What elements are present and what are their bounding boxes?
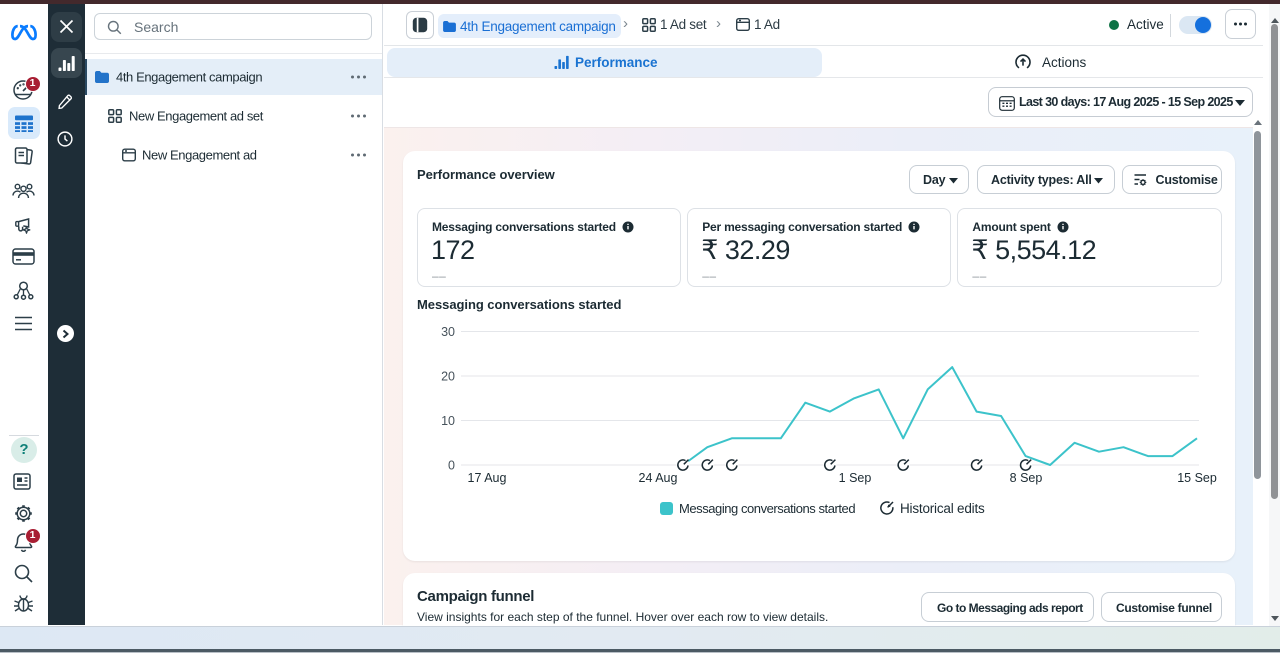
svg-text:20: 20 (441, 370, 455, 384)
svg-text:30: 30 (441, 325, 455, 339)
svg-text:17 Aug: 17 Aug (468, 471, 507, 485)
svg-text:15 Sep: 15 Sep (1177, 471, 1217, 485)
svg-text:10: 10 (441, 414, 455, 428)
svg-text:8 Sep: 8 Sep (1010, 471, 1043, 485)
svg-text:0: 0 (448, 459, 455, 473)
svg-text:1 Sep: 1 Sep (839, 471, 872, 485)
svg-text:24 Aug: 24 Aug (639, 471, 678, 485)
